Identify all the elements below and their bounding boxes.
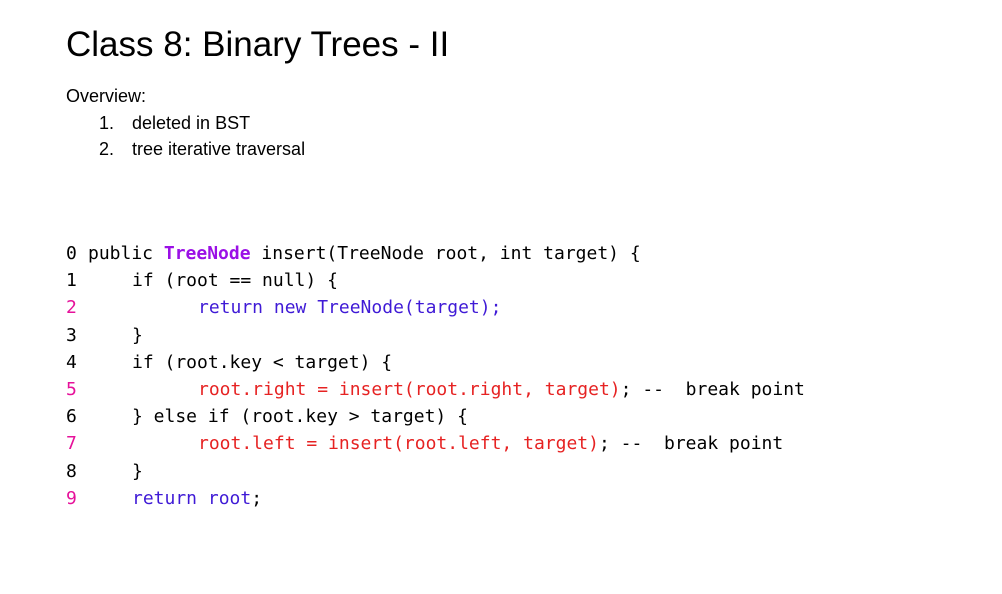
line-number: 5 xyxy=(66,378,77,400)
code-text: ; xyxy=(620,378,632,400)
code-line: 7 root.left = insert(root.left, target);… xyxy=(66,430,783,457)
code-text: TreeNode xyxy=(163,243,251,264)
code-line: 1 if (root == null) { xyxy=(66,267,338,294)
line-number: 3 xyxy=(66,324,77,346)
code-text: return root xyxy=(132,487,252,509)
code-text: public xyxy=(88,243,164,264)
list-item: 1. deleted in BST xyxy=(99,110,305,136)
overview-list: 1. deleted in BST 2. tree iterative traver… xyxy=(99,110,305,162)
code-text: ; xyxy=(251,487,263,509)
code-text: if (root.key < target) { xyxy=(132,351,393,373)
code-text: } else if (root.key > target) { xyxy=(132,406,468,428)
code-text: } xyxy=(132,460,143,482)
line-number: 8 xyxy=(66,460,77,482)
code-line: 9 return root; xyxy=(66,485,262,512)
code-line: 0 public TreeNode insert(TreeNode root, … xyxy=(66,240,641,267)
line-number: 7 xyxy=(66,433,77,455)
list-item-text: deleted in BST xyxy=(132,113,251,133)
code-line: 2 return new TreeNode(target); xyxy=(66,294,501,321)
code-line: 6 } else if (root.key > target) { xyxy=(66,403,468,430)
code-text: return new TreeNode(target); xyxy=(198,297,502,319)
code-text: if (root == null) { xyxy=(132,270,338,292)
line-number: 9 xyxy=(66,487,77,509)
code-line: 8 } xyxy=(66,458,143,485)
list-item-number: 1. xyxy=(99,113,115,133)
line-number: 1 xyxy=(66,270,77,292)
line-number: 4 xyxy=(66,351,77,373)
overview-label: Overview: xyxy=(66,86,147,106)
line-number: 0 xyxy=(66,243,77,264)
list-item: 2. tree iterative traversal xyxy=(99,136,305,162)
code-text: ; xyxy=(598,433,610,455)
code-text: insert(TreeNode root, int target) { xyxy=(250,243,641,264)
code-block: 0 public TreeNode insert(TreeNode root, … xyxy=(66,240,805,512)
code-line: 5 root.right = insert(root.right, target… xyxy=(66,376,805,403)
code-line: 3 } xyxy=(66,322,143,349)
list-item-number: 2. xyxy=(99,139,115,159)
code-text: root.left = insert(root.left, target) xyxy=(198,433,599,455)
code-comment: -- break point xyxy=(631,378,805,400)
code-line: 4 if (root.key < target) { xyxy=(66,349,392,376)
list-item-text: tree iterative traversal xyxy=(132,139,306,159)
line-number: 2 xyxy=(66,297,77,319)
code-text: root.right = insert(root.right, target) xyxy=(198,378,621,400)
page-title: Class 8: Binary Trees - II xyxy=(66,25,450,64)
code-comment: -- break point xyxy=(609,433,784,455)
code-text: } xyxy=(132,324,143,346)
line-number: 6 xyxy=(66,406,77,428)
